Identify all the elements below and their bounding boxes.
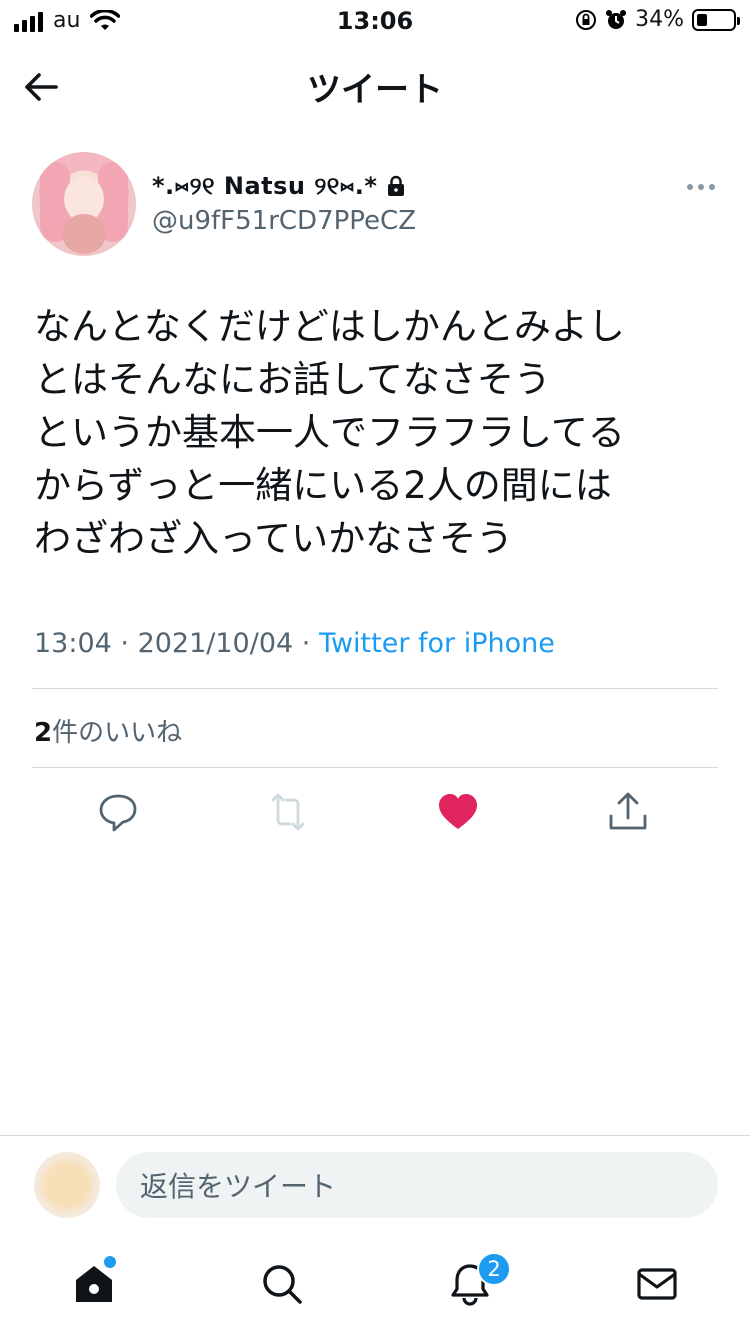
battery-percent: 34% [635,7,684,32]
reply-icon[interactable] [96,790,140,834]
share-icon[interactable] [606,790,650,834]
my-avatar [34,1152,100,1218]
lock-icon [388,175,405,196]
status-right: 34% [575,7,740,32]
author-handle[interactable]: @u9fF51rCD7PPeCZ [152,206,416,236]
tweet-time[interactable]: 13:04 [34,628,112,659]
tweet-source[interactable]: Twitter for iPhone [319,628,555,659]
tweet-actions [0,790,750,834]
alarm-icon [606,9,627,29]
top-header: ツイート [0,44,750,124]
author-display-name[interactable]: *.⑅୨୧ Natsu ୨୧⑅.* [152,172,407,200]
orientation-lock-icon [576,9,597,30]
divider [32,688,718,689]
messages-envelope-icon[interactable] [635,1262,679,1306]
divider [32,767,718,768]
tweet-date[interactable]: 2021/10/04 [138,628,294,659]
display-name-text: *.⑅୨୧ Natsu ୨୧⑅.* [152,172,378,200]
battery-icon [692,8,740,31]
search-icon[interactable] [260,1262,304,1306]
notification-badge: 2 [477,1252,511,1286]
like-heart-icon[interactable] [436,790,480,834]
tweet-text: なんとなくだけどはしかんとみよし とはそんなにお話してなさそう というか基本一人… [34,305,625,560]
likes-summary[interactable]: 2件のいいね [34,712,182,749]
status-bar: au 13:06 34% [0,0,750,40]
meta-separator: · [293,628,319,659]
likes-label: 件のいいね [52,718,183,748]
meta-separator: · [111,628,138,659]
divider [0,1135,750,1136]
tweet-meta: 13:04 · 2021/10/04 · Twitter for iPhone [34,628,555,659]
reply-input[interactable]: 返信をツイート [116,1152,718,1218]
likes-count: 2 [34,718,53,748]
author-avatar[interactable] [32,152,136,256]
retweet-icon[interactable] [266,790,310,834]
page-title: ツイート [307,70,443,110]
home-new-dot [104,1256,116,1268]
more-options-icon[interactable] [686,183,716,191]
home-icon[interactable] [72,1262,116,1306]
